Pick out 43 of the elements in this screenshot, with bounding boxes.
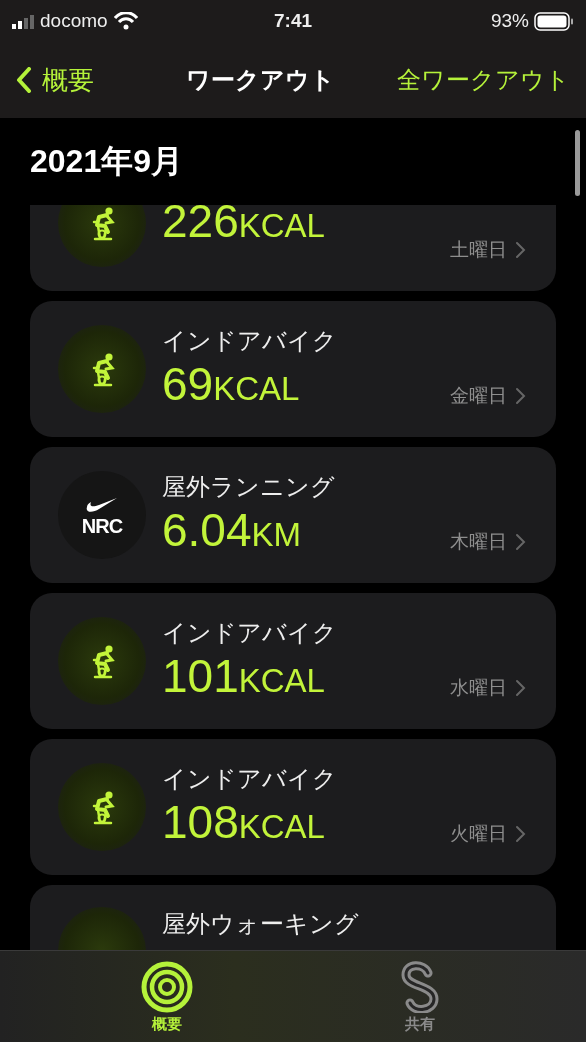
tab-item[interactable]: 共有	[379, 961, 460, 1042]
weekday-label: 土曜日	[450, 237, 507, 262]
carrier-name: docomo	[40, 10, 108, 32]
chevron-icon	[515, 679, 526, 697]
back-chevron-icon	[16, 67, 32, 93]
workout-card[interactable]: インドアバイク 69KCAL 金曜日	[30, 301, 556, 437]
chevron-icon	[515, 533, 526, 551]
workout-card[interactable]: 屋外ウォーキング	[30, 885, 556, 950]
status-time: 7:41	[274, 10, 312, 32]
workout-name: インドアバイク	[162, 763, 337, 795]
workout-value: 226KCAL	[162, 205, 325, 249]
workout-value: 69KCAL	[162, 357, 300, 412]
signal-icon	[12, 13, 34, 29]
workout-name: 屋外ウォーキング	[162, 909, 359, 940]
scroll-indicator	[575, 130, 580, 196]
workout-name: インドアバイク	[162, 325, 337, 357]
cycling-icon	[58, 205, 146, 267]
battery-percent: 93%	[490, 10, 529, 32]
back-button[interactable]: 概要	[16, 62, 94, 98]
workout-name: インドアバイク	[162, 617, 337, 649]
workout-value: 101KCAL	[162, 649, 325, 704]
chevron-icon	[515, 825, 526, 843]
app-logo-text: NRC	[81, 515, 123, 537]
workout-card[interactable]: インドアバイク 101KCAL 水曜日	[30, 593, 556, 729]
workout-card[interactable]: 226KCAL 土曜日	[30, 205, 556, 291]
workout-name: 屋外ランニング	[162, 471, 335, 503]
weekday-label: 水曜日	[450, 675, 507, 700]
battery-icon	[534, 11, 574, 31]
chevron-icon	[515, 241, 526, 259]
tab-item[interactable]: 概要	[126, 961, 207, 1042]
nav-title: ワークアウト	[185, 65, 336, 96]
weekday-label: 金曜日	[450, 383, 507, 408]
workout-card[interactable]: インドアバイク 108KCAL 火曜日	[30, 739, 556, 875]
chevron-icon	[515, 387, 526, 405]
weekday-label: 火曜日	[450, 821, 507, 846]
workout-value: 6.04KM	[162, 503, 302, 558]
all-workouts-link[interactable]: 全ワークアウト	[397, 64, 570, 96]
weekday-label: 木曜日	[450, 529, 507, 554]
wifi-icon	[113, 12, 138, 30]
workout-value: 108KCAL	[162, 795, 325, 850]
section-title: 2021年9月	[30, 141, 183, 181]
workout-card[interactable]: NRC 屋外ランニング 6.04KM 木曜日	[30, 447, 556, 583]
activity-rings-icon	[140, 961, 193, 1013]
